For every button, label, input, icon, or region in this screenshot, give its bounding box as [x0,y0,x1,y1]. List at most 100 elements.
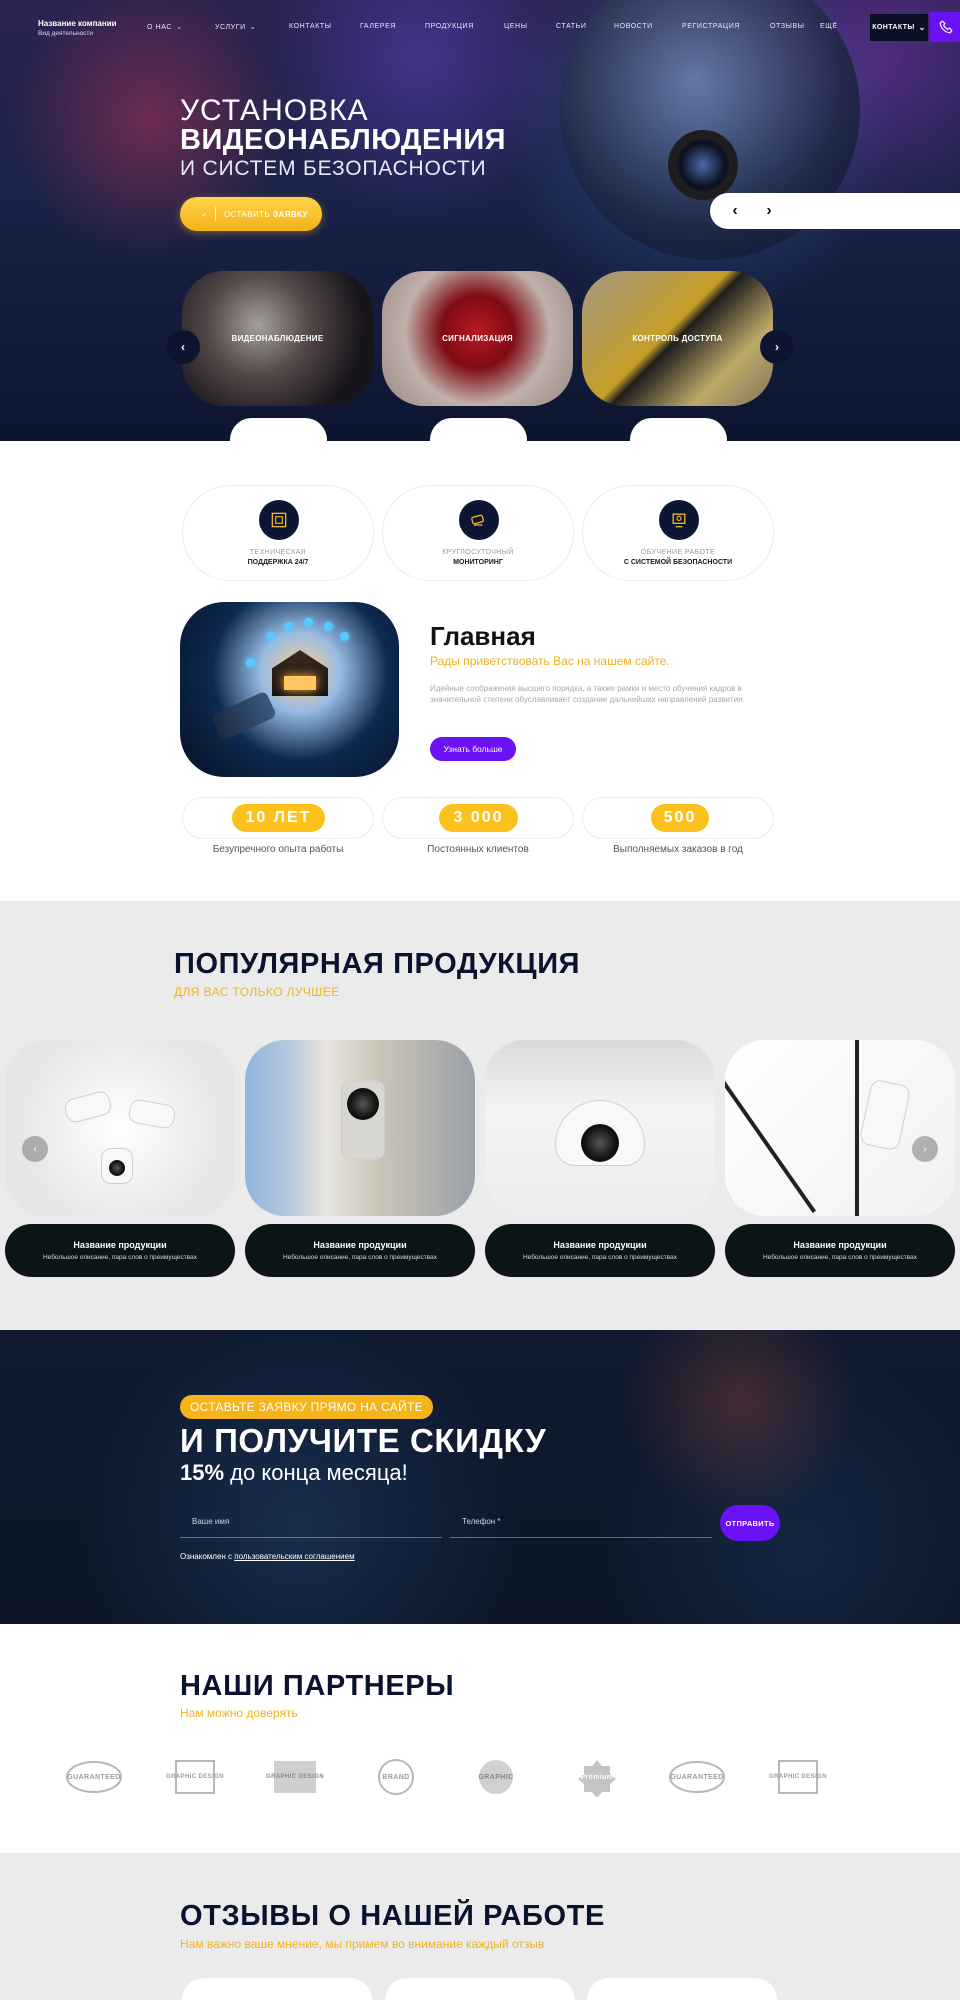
partner-logo-text: Premium [580,1773,614,1781]
nav-link-prices[interactable]: Цены [504,23,528,30]
cta-section [0,1330,960,1624]
product-caption[interactable]: Название продукции Небольшое описание, п… [725,1224,955,1277]
request-button-prefix: ОСТАВИТЬ [224,209,271,219]
services-prev-button[interactable]: ‹ [166,330,200,364]
service-tab-3[interactable] [630,418,727,446]
chevron-left-icon: ‹ [33,1143,37,1155]
agreement-text: Ознакомлен с пользовательским соглашение… [180,1552,355,1561]
service-card-video[interactable]: ВИДЕОНАБЛЮДЕНИЕ [182,271,373,406]
partner-logo[interactable]: GRAPHIC DESIGN [769,1757,827,1797]
smart-icon [246,658,255,667]
partner-logo-text: GRAPHIC DESIGN [769,1774,827,1780]
stat-label: Постоянных клиентов [427,844,529,855]
pencil-icon [202,207,216,221]
review-card[interactable] [385,1978,575,2000]
services-next-button[interactable]: › [760,330,794,364]
stat-value: 10 ЛЕТ [232,804,325,832]
product-description: Небольшое описание, пара слов о преимуще… [42,1254,198,1261]
chevron-right-icon[interactable]: › [758,202,780,220]
nav-link-registration[interactable]: Регистрация [682,23,740,30]
about-smart-home-image [180,602,399,777]
service-card-access[interactable]: КОНТРОЛЬ ДОСТУПА [582,271,773,406]
products-prev-button[interactable]: ‹ [22,1136,48,1162]
product-caption[interactable]: Название продукции Небольшое описание, п… [5,1224,235,1277]
nav-link-products[interactable]: Продукция [425,23,474,30]
cta-discount-text: до конца месяца! [224,1460,408,1485]
railing-shape [855,1040,859,1216]
nav-link-about[interactable]: О нас ⌄ [147,23,182,31]
partner-logo-text: GUARANTEED [67,1773,121,1781]
partner-logo[interactable]: GUARANTEED [65,1757,123,1797]
name-input[interactable]: Ваше имя [180,1505,442,1538]
chevron-left-icon: ‹ [181,340,185,354]
chevron-left-icon[interactable]: ‹ [724,202,746,220]
company-name[interactable]: Название компании [38,19,117,28]
chevron-right-icon: › [775,340,779,354]
nav-link-contacts[interactable]: Контакты [289,23,332,30]
send-button[interactable]: ОТПРАВИТЬ [720,1505,780,1541]
nav-link-services[interactable]: Услуги ⌄ [215,23,256,31]
feature-card-training: ОБУЧЕНИЕ РАБОТЕ С СИСТЕМОЙ БЕЗОПАСНОСТИ [582,485,774,581]
nav-link-news[interactable]: Новости [614,23,653,30]
products-title: ПОПУЛЯРНАЯ ПРОДУКЦИЯ [174,948,581,980]
chevron-down-icon: ⌄ [918,23,926,32]
cta-title: И ПОЛУЧИТЕ СКИДКУ [180,1422,547,1459]
partner-logo[interactable]: GRAPHIC [467,1757,525,1797]
camera-monitoring-icon [459,500,499,540]
hero-title-line3: И СИСТЕМ БЕЗОПАСНОСТИ [180,157,487,180]
cta-discount-value: 15% [180,1460,225,1485]
products-next-button[interactable]: › [912,1136,938,1162]
smart-icon [340,632,349,641]
request-button[interactable]: ОСТАВИТЬ ЗАЯВКУ [180,197,322,231]
nav-link-reviews[interactable]: Отзывы [770,23,805,30]
nav-link-more[interactable]: Ещё [820,23,838,30]
partner-logo-text: GRAPHIC DESIGN [166,1774,224,1780]
partner-logo[interactable]: Premium [568,1757,626,1797]
product-image[interactable] [245,1040,475,1216]
partner-logo-text: GRAPHIC DESIGN [266,1774,324,1780]
agreement-prefix: Ознакомлен с [180,1552,235,1561]
contacts-dropdown-button[interactable]: КОНТАКТЫ ⌄ [870,14,928,41]
review-card[interactable] [587,1978,777,2000]
learn-more-button[interactable]: Узнать больше [430,737,516,761]
service-card-alarm[interactable]: СИГНАЛИЗАЦИЯ [382,271,573,406]
chevron-down-icon: ⌄ [176,24,183,31]
review-card[interactable] [182,1978,372,2000]
product-name: Название продукции [553,1240,647,1250]
feature-line2: ПОДДЕРЖКА 24/7 [247,559,309,566]
nav-link-articles[interactable]: Статьи [556,23,587,30]
product-image[interactable] [5,1040,235,1216]
service-tab-1[interactable] [230,418,327,446]
product-image[interactable] [485,1040,715,1216]
nav-link-gallery[interactable]: Галерея [360,23,396,30]
product-caption[interactable]: Название продукции Небольшое описание, п… [245,1224,475,1277]
service-tab-2[interactable] [430,418,527,446]
partner-logo[interactable]: GRAPHIC DESIGN [166,1757,224,1797]
about-subtitle: Рады приветствовать Вас на нашем сайте. [430,654,670,668]
product-image[interactable] [725,1040,955,1216]
service-card-label: ВИДЕОНАБЛЮДЕНИЕ [231,334,324,343]
partner-logo[interactable]: BRAND [367,1757,425,1797]
stat-value: 500 [651,804,709,832]
product-name: Название продукции [793,1240,887,1250]
products-subtitle: ДЛЯ ВАС ТОЛЬКО ЛУЧШЕЕ [174,985,340,999]
smartphone-illustration [210,690,278,742]
nav-link-services-label: Услуги [215,24,246,31]
agreement-link[interactable]: пользовательским соглашением [234,1552,354,1561]
hero-camera-lens [668,130,738,200]
railing-shape [725,1046,816,1214]
feature-line1: ТЕХНИЧЕСКАЯ [249,549,307,556]
phone-button[interactable] [930,12,960,42]
partner-logo-text: BRAND [382,1773,410,1781]
partner-logo-text: GUARANTEED [670,1773,724,1781]
phone-icon [939,20,953,34]
feature-line2: С СИСТЕМОЙ БЕЗОПАСНОСТИ [623,559,733,566]
partner-logo[interactable]: GUARANTEED [668,1757,726,1797]
support-icon [259,500,299,540]
chevron-right-icon: › [923,1143,927,1155]
partner-logo[interactable]: GRAPHIC DESIGN [266,1757,324,1797]
product-caption[interactable]: Название продукции Небольшое описание, п… [485,1224,715,1277]
service-card-label: КОНТРОЛЬ ДОСТУПА [632,334,723,343]
phone-input[interactable]: Телефон * [450,1505,712,1538]
about-text: Идейные соображения высшего порядка, а т… [430,684,745,704]
